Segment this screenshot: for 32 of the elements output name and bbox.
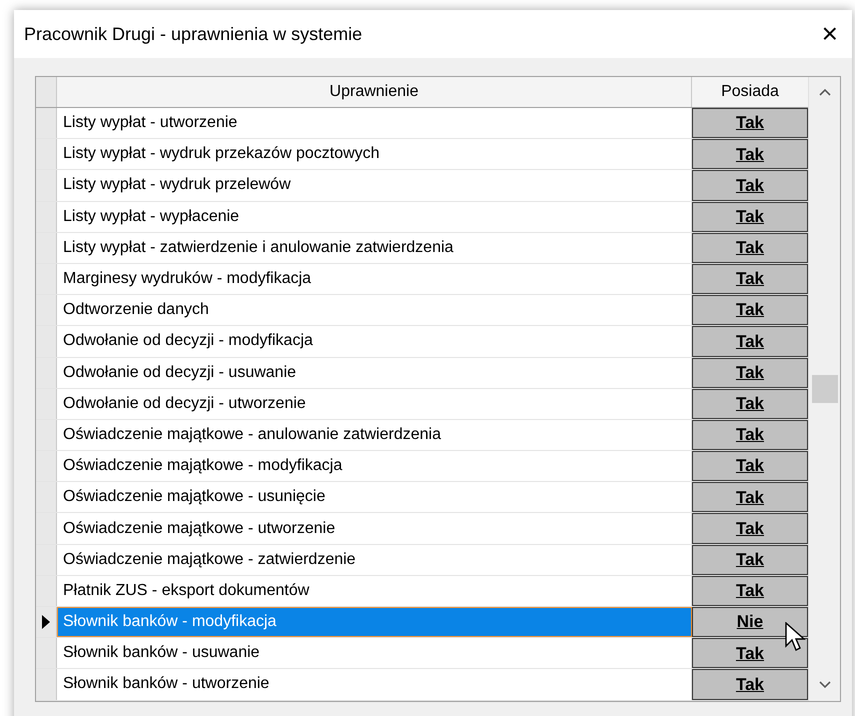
scrollbar-thumb[interactable] [812,375,838,403]
value-cell[interactable]: Tak [692,513,808,544]
value-cell[interactable]: Nie [692,607,808,638]
value-cell[interactable]: Tak [692,202,808,232]
mouse-pointer-icon [785,622,807,654]
value-cell[interactable]: Tak [692,295,808,326]
close-button[interactable]: × [822,20,838,48]
value-cell[interactable]: Tak [692,264,808,294]
scroll-up-icon[interactable] [819,88,831,96]
value-cell[interactable]: Tak [692,326,808,356]
scroll-down-icon[interactable] [819,681,831,689]
scrollbar[interactable] [808,77,840,701]
value-cell[interactable]: Tak [692,232,808,263]
value-cell[interactable]: Tak [692,638,808,668]
value-cell[interactable]: Tak [692,482,808,512]
table-cell[interactable]: Słownik banków - modyfikacja [57,607,692,638]
value-cell[interactable]: Tak [692,669,808,700]
column-header[interactable]: Posiada [692,77,808,107]
value-cell[interactable]: Tak [692,139,808,170]
value-cell[interactable]: Tak [692,451,808,482]
current-row-icon [42,615,50,630]
column-header[interactable]: Uprawnienie [57,77,692,107]
value-cell[interactable]: Tak [692,576,808,606]
row-header[interactable] [36,607,57,638]
window-title: Pracownik Drugi - uprawnienia w systemie [24,22,362,46]
value-cell[interactable]: Tak [692,170,808,201]
value-cell[interactable]: Tak [692,108,808,138]
value-cell[interactable]: Tak [692,544,808,575]
value-cell[interactable]: Tak [692,358,808,388]
row-header-corner [36,77,57,107]
value-cell[interactable]: Tak [692,420,808,450]
value-cell[interactable]: Tak [692,388,808,419]
